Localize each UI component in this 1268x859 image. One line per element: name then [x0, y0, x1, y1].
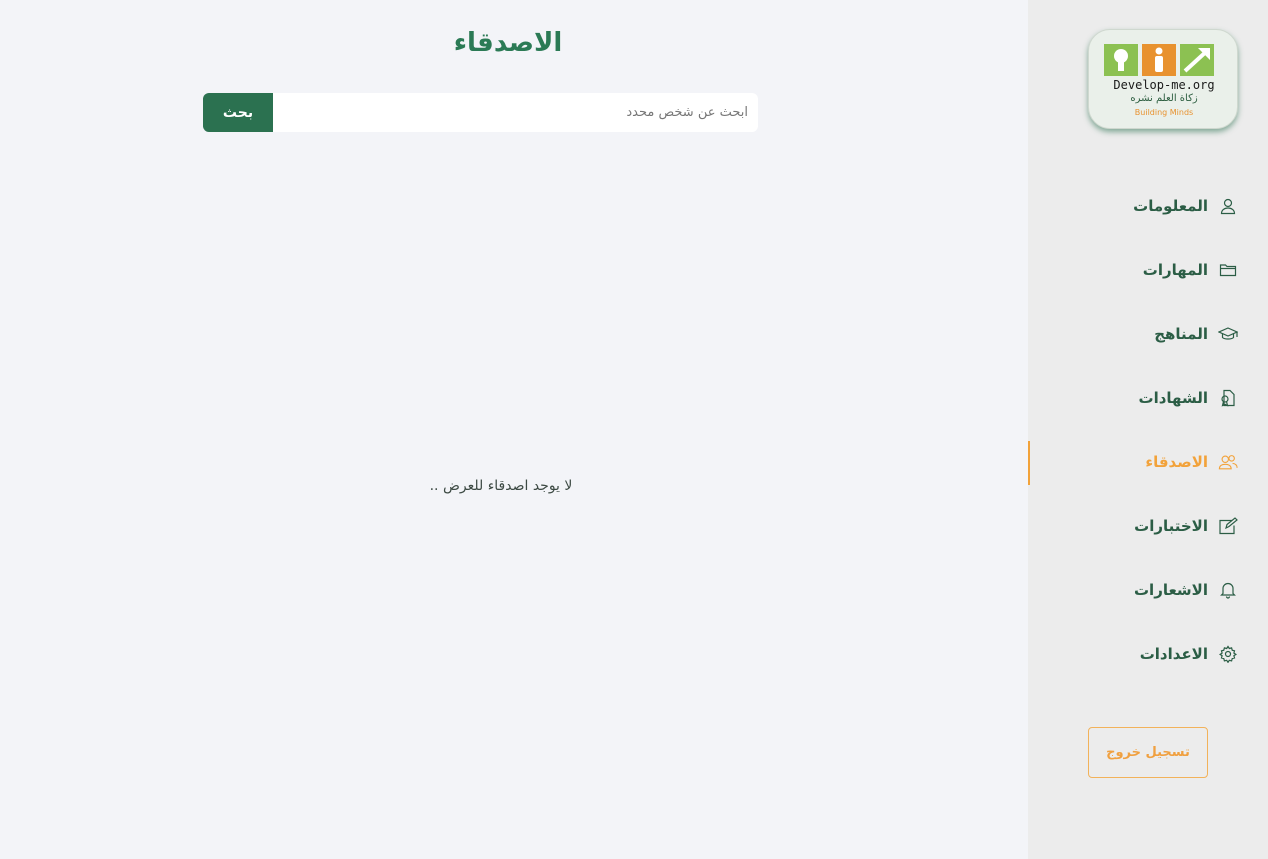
- sidebar-item-label: الشهادات: [1138, 389, 1209, 407]
- certificate-icon: [1218, 388, 1238, 408]
- sidebar: Develop-me.org زكاة العلم نشره Building …: [1028, 0, 1268, 859]
- main-content: الاصدقاء بحث لا يوجد اصدقاء للعرض ..: [0, 0, 1028, 859]
- sidebar-item-info[interactable]: المعلومات: [1028, 174, 1268, 238]
- sidebar-item-label: الاعدادات: [1139, 645, 1208, 663]
- sidebar-item-certificates[interactable]: الشهادات: [1028, 366, 1268, 430]
- bell-icon: [1218, 580, 1238, 600]
- search-bar: بحث: [203, 93, 758, 132]
- users-icon: [1218, 452, 1238, 472]
- logo-url-text: Develop-me.org: [1113, 78, 1215, 92]
- person-icon: [1142, 44, 1176, 76]
- sidebar-item-friends[interactable]: الاصدقاء: [1028, 430, 1268, 494]
- user-icon: [1218, 196, 1238, 216]
- growth-arrow-icon: [1180, 44, 1214, 76]
- sidebar-item-notifications[interactable]: الاشعارات: [1028, 558, 1268, 622]
- gear-icon: [1218, 644, 1238, 664]
- sidebar-item-skills[interactable]: المهارات: [1028, 238, 1268, 302]
- edit-icon: [1218, 516, 1238, 536]
- empty-state-message: لا يوجد اصدقاء للعرض ..: [429, 478, 573, 494]
- logout-button[interactable]: تسجيل خروج: [1088, 727, 1208, 778]
- sidebar-nav: المعلومات المهارات المناهج الشهادات الاص…: [1028, 174, 1268, 686]
- lightbulb-icon: [1104, 44, 1138, 76]
- logo-arabic-text: زكاة العلم نشره: [1130, 93, 1198, 104]
- logo[interactable]: Develop-me.org زكاة العلم نشره Building …: [1088, 29, 1238, 129]
- sidebar-item-label: الاختبارات: [1134, 517, 1208, 535]
- folder-icon: [1218, 260, 1238, 280]
- sidebar-item-label: المعلومات: [1133, 197, 1208, 215]
- sidebar-item-label: الاصدقاء: [1145, 453, 1208, 471]
- graduation-cap-icon: [1218, 324, 1238, 344]
- sidebar-item-exams[interactable]: الاختبارات: [1028, 494, 1268, 558]
- page-title: الاصدقاء: [453, 28, 563, 58]
- sidebar-item-curricula[interactable]: المناهج: [1028, 302, 1268, 366]
- sidebar-item-label: المناهج: [1154, 325, 1208, 343]
- search-input[interactable]: [273, 93, 758, 132]
- logo-tagline: Building Minds: [1134, 108, 1194, 117]
- sidebar-item-label: المهارات: [1142, 261, 1208, 279]
- sidebar-item-label: الاشعارات: [1133, 581, 1208, 599]
- logo-graphic: [1104, 44, 1214, 76]
- search-button[interactable]: بحث: [203, 93, 273, 132]
- sidebar-item-settings[interactable]: الاعدادات: [1028, 622, 1268, 686]
